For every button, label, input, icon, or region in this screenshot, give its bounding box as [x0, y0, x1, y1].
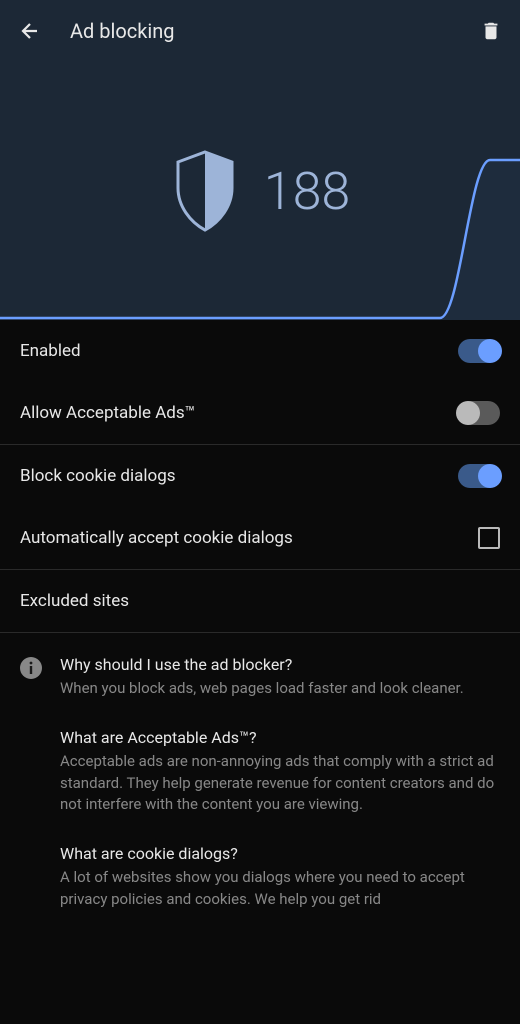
- setting-label: Allow Acceptable Ads™: [20, 403, 195, 423]
- page-title: Ad blocking: [70, 19, 452, 43]
- settings-group-excluded: Excluded sites: [0, 570, 520, 633]
- setting-excluded-sites[interactable]: Excluded sites: [0, 570, 520, 632]
- chart-line: [0, 140, 520, 320]
- info-block: What are cookie dialogs? A lot of websit…: [60, 844, 500, 911]
- info-question: Why should I use the ad blocker?: [60, 655, 500, 674]
- info-answer: Acceptable ads are non-annoying ads that…: [60, 751, 500, 816]
- toggle-enabled[interactable]: [458, 339, 500, 363]
- setting-label: Excluded sites: [20, 591, 129, 611]
- info-question: What are cookie dialogs?: [60, 844, 500, 863]
- setting-label: Enabled: [20, 341, 81, 361]
- hero-banner: 188: [0, 62, 520, 320]
- info-section: Why should I use the ad blocker? When yo…: [0, 633, 520, 961]
- info-block: Why should I use the ad blocker? When yo…: [60, 655, 500, 700]
- toggle-acceptable-ads[interactable]: [458, 401, 500, 425]
- setting-block-cookie[interactable]: Block cookie dialogs: [0, 445, 520, 507]
- settings-group-main: Enabled Allow Acceptable Ads™: [0, 320, 520, 445]
- info-content: Why should I use the ad blocker? When yo…: [60, 655, 500, 939]
- checkbox-auto-accept[interactable]: [478, 527, 500, 549]
- info-icon: [20, 657, 42, 679]
- info-answer: A lot of websites show you dialogs where…: [60, 867, 500, 911]
- info-answer: When you block ads, web pages load faste…: [60, 678, 500, 700]
- setting-label: Automatically accept cookie dialogs: [20, 528, 293, 548]
- setting-label: Block cookie dialogs: [20, 466, 176, 486]
- setting-enabled[interactable]: Enabled: [0, 320, 520, 382]
- info-block: What are Acceptable Ads™? Acceptable ads…: [60, 728, 500, 816]
- toggle-block-cookie[interactable]: [458, 464, 500, 488]
- trash-icon[interactable]: [480, 20, 502, 42]
- setting-auto-accept[interactable]: Automatically accept cookie dialogs: [0, 507, 520, 569]
- setting-acceptable-ads[interactable]: Allow Acceptable Ads™: [0, 382, 520, 444]
- back-arrow-icon[interactable]: [18, 19, 42, 43]
- info-question: What are Acceptable Ads™?: [60, 728, 500, 747]
- settings-group-cookies: Block cookie dialogs Automatically accep…: [0, 445, 520, 570]
- header: Ad blocking: [0, 0, 520, 62]
